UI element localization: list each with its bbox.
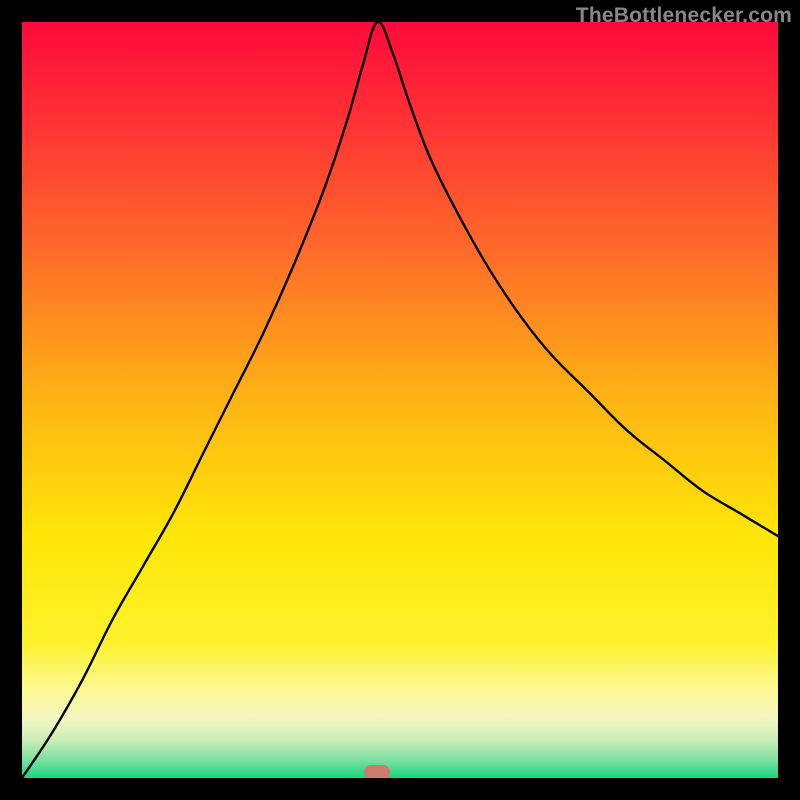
watermark-text: TheBottlenecker.com [576, 4, 792, 28]
plot-area [22, 22, 778, 778]
bottleneck-curve [22, 22, 778, 778]
optimal-point-marker [364, 765, 390, 778]
chart-frame: TheBottlenecker.com [0, 0, 800, 800]
